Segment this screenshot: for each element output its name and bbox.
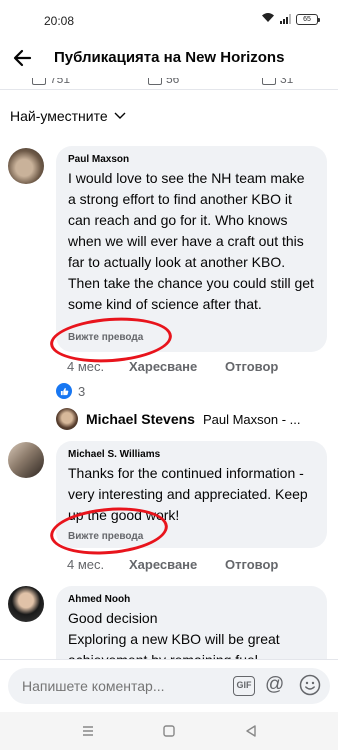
- system-nav-bar: [0, 712, 338, 750]
- like-icon: [32, 78, 46, 85]
- emoji-icon[interactable]: [299, 674, 321, 696]
- see-translation-link[interactable]: Вижте превода: [68, 531, 143, 542]
- signal-icon: [280, 14, 291, 24]
- comment-actions: 4 мес. Харесване Отговор: [67, 359, 327, 375]
- menu-icon[interactable]: [80, 723, 96, 739]
- comment-age: 4 мес.: [67, 557, 105, 572]
- status-time: 20:08: [44, 14, 75, 28]
- status-bar: 20:08 65: [0, 0, 338, 34]
- gif-icon[interactable]: GIF: [233, 676, 255, 696]
- share-icon: [262, 78, 276, 85]
- thumbs-up-icon: [56, 383, 72, 399]
- comment-reactions[interactable]: 3: [56, 383, 85, 399]
- sort-selector[interactable]: Най-уместните: [10, 108, 126, 124]
- avatar-michael-williams[interactable]: [8, 442, 44, 478]
- reply-author: Michael Stevens: [86, 411, 195, 427]
- comment-author[interactable]: Ahmed Nooh: [68, 594, 315, 605]
- sort-label: Най-уместните: [10, 108, 108, 124]
- share-count[interactable]: 31: [262, 78, 293, 86]
- comment-text: I would love to see the NH team make a s…: [68, 170, 314, 312]
- reply-preview[interactable]: Michael Stevens Paul Maxson - ...: [56, 408, 300, 430]
- like-count-value: 751: [50, 78, 71, 86]
- wifi-icon: [261, 12, 275, 26]
- reaction-count: 3: [78, 383, 86, 399]
- comment-count-value: 56: [166, 78, 180, 86]
- comment-composer: GIF @: [0, 659, 338, 711]
- avatar-ahmed-nooh[interactable]: [8, 586, 44, 622]
- comment-author[interactable]: Paul Maxson: [68, 154, 315, 165]
- battery-icon: 65: [296, 13, 320, 25]
- mention-icon[interactable]: @: [265, 674, 284, 696]
- see-translation-link[interactable]: Вижте превода: [68, 332, 143, 343]
- comment-bubble: Ahmed Nooh Good decision Exploring a new…: [56, 586, 327, 670]
- header: Публикацията на New Horizons: [0, 38, 338, 78]
- back-arrow-icon[interactable]: [12, 48, 32, 68]
- comment-text: Thanks for the continued information - v…: [68, 465, 308, 523]
- status-icons: 65: [261, 12, 320, 26]
- comment-bubble: Paul Maxson I would love to see the NH t…: [56, 146, 327, 352]
- avatar-paul-maxson[interactable]: [8, 148, 44, 184]
- home-icon[interactable]: [161, 723, 177, 739]
- page-title: Публикацията на New Horizons: [54, 49, 285, 66]
- reply-button[interactable]: Отговор: [225, 359, 278, 374]
- like-count[interactable]: 751: [32, 78, 70, 86]
- reply-button[interactable]: Отговор: [225, 557, 278, 572]
- like-button[interactable]: Харесване: [129, 359, 197, 374]
- comment-actions: 4 мес. Харесване Отговор: [67, 557, 327, 573]
- share-count-value: 31: [280, 78, 294, 86]
- like-button[interactable]: Харесване: [129, 557, 197, 572]
- reply-snippet: Paul Maxson - ...: [202, 411, 301, 427]
- back-nav-icon[interactable]: [243, 723, 259, 739]
- comment-age: 4 мес.: [67, 359, 105, 374]
- avatar-michael-stevens: [56, 408, 78, 430]
- comment-bubble: Michael S. Williams Thanks for the conti…: [56, 441, 327, 548]
- comment-author[interactable]: Michael S. Williams: [68, 449, 315, 460]
- comment-icon: [148, 78, 162, 85]
- post-reaction-strip: 751 56 31: [0, 78, 338, 90]
- chevron-down-icon: [114, 112, 126, 119]
- comment-count[interactable]: 56: [148, 78, 179, 86]
